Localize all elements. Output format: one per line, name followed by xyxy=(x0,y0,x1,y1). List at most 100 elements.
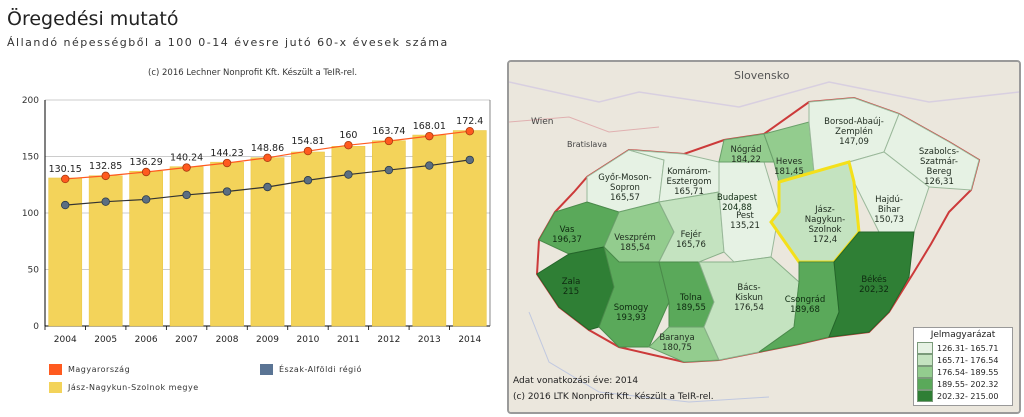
x-tick-label-2008: 2008 xyxy=(216,335,239,345)
y-tick-label: 0 xyxy=(33,322,39,332)
county-value-bacs: 176,54 xyxy=(734,303,764,313)
hu-data-label-2009: 148.86 xyxy=(251,143,284,154)
county-name-jasz: Szolnok xyxy=(809,225,842,235)
hu-point-2004 xyxy=(61,174,70,184)
x-tick-label-2013: 2013 xyxy=(418,335,441,345)
map-legend-row: 176.54- 189.55 xyxy=(917,366,1009,378)
county-name-nograd: Nógrád xyxy=(730,144,761,155)
county-name-jasz: Nagykun- xyxy=(805,215,846,225)
hu-data-label-2007: 140.24 xyxy=(170,153,203,164)
legend-swatch-regio xyxy=(260,364,273,375)
legend-swatch-magyarorszag xyxy=(49,364,62,375)
x-tick-label-2014: 2014 xyxy=(458,335,481,345)
hu-point-2013 xyxy=(425,131,434,141)
city-label-bratislava: Bratislava xyxy=(567,140,607,149)
hu-data-label-2012: 163.74 xyxy=(372,126,405,137)
county-name-borsod: Zemplén xyxy=(835,126,873,137)
county-value-veszprem: 185,54 xyxy=(620,243,650,253)
bar-2004 xyxy=(48,177,83,327)
county-name-komarom: Komárom- xyxy=(667,167,711,177)
county-name-szabolcs: Bereg xyxy=(927,167,952,177)
hu-data-label-2014: 172.4 xyxy=(456,116,483,127)
map-legend-swatch xyxy=(917,342,933,354)
y-tick-label: 50 xyxy=(28,266,40,276)
county-name-budapest: Budapest xyxy=(717,193,758,203)
county-name-jasz: Jász- xyxy=(814,205,835,215)
regio-point-2006 xyxy=(141,195,151,204)
x-tick-label-2011: 2011 xyxy=(337,335,360,345)
regio-point-2005 xyxy=(101,197,110,206)
hu-point-2011 xyxy=(344,141,353,150)
map-reference-year: Adat vonatkozási éve: 2014 xyxy=(513,376,639,386)
city-label-wien: Wien xyxy=(531,117,553,127)
county-name-pest: Pest xyxy=(736,211,754,221)
country-label-slovensko: Slovensko xyxy=(734,69,790,82)
legend-item-magyarorszag[interactable]: Magyarország xyxy=(49,364,130,375)
map-legend-row: 126.31- 165.71 xyxy=(917,342,1009,354)
map-credit: (c) 2016 LTK Nonprofit Kft. Készült a Te… xyxy=(513,392,714,402)
regio-point-2014 xyxy=(465,155,474,165)
map-legend-rows: 126.31- 165.71 165.71- 176.54 176.54- 189.… xyxy=(917,342,1009,402)
county-name-gyor: Győr-Moson- xyxy=(598,173,651,183)
map-legend-swatch xyxy=(917,366,933,378)
regio-point-2004 xyxy=(61,200,70,210)
legend-label-megye: Jász-Nagykun-Szolnok megye xyxy=(68,383,199,392)
county-value-zala: 215 xyxy=(563,287,579,297)
map-legend-swatch xyxy=(917,354,933,366)
county-value-pest: 135,21 xyxy=(730,221,760,231)
regio-point-2009 xyxy=(263,182,272,192)
county-value-vas: 196,37 xyxy=(552,235,582,245)
hu-data-label-2004: 130.15 xyxy=(49,164,82,175)
hu-point-2007 xyxy=(182,163,191,172)
county-name-fejer: Fejér xyxy=(681,229,702,240)
legend-swatch-megye xyxy=(49,382,62,393)
x-tick-label-2009: 2009 xyxy=(256,335,279,345)
legend-item-regio[interactable]: Észak-Alföldi régió xyxy=(260,364,362,375)
county-name-csongrad: Csongrád xyxy=(785,295,825,305)
map-legend-title: Jelmagyarázat xyxy=(930,330,996,340)
hu-point-2012 xyxy=(384,136,394,146)
hu-point-2008 xyxy=(222,158,232,168)
county-name-szabolcs: Szatmár- xyxy=(920,157,958,167)
map-panel[interactable]: Slovensko Wien Bratislava Győr-Moson- So… xyxy=(507,60,1021,414)
bar-2006 xyxy=(129,170,163,327)
chart-credit: (c) 2016 Lechner Nonprofit Kft. Készült … xyxy=(148,68,358,78)
county-value-borsod: 147,09 xyxy=(839,137,869,147)
hu-data-label-2011: 160 xyxy=(339,130,357,141)
legend-label-magyarorszag: Magyarország xyxy=(68,365,131,374)
map-legend-label: 189.55- 202.32 xyxy=(937,379,999,389)
regio-point-2007 xyxy=(182,190,191,200)
x-tick-label-2006: 2006 xyxy=(135,335,158,345)
map-legend-label: 202.32- 215.00 xyxy=(937,391,999,401)
county-value-heves: 181,45 xyxy=(774,167,804,177)
x-tick-label-2005: 2005 xyxy=(94,335,117,345)
y-tick-label: 200 xyxy=(22,96,39,106)
x-tick-label-2012: 2012 xyxy=(377,335,400,345)
hu-point-2006 xyxy=(141,167,151,177)
hu-point-2005 xyxy=(101,171,110,181)
county-name-borsod: Borsod-Abaúj- xyxy=(824,117,884,127)
county-name-bekes: Békés xyxy=(861,274,887,285)
legend-label-regio: Észak-Alföldi régió xyxy=(279,365,362,374)
regio-point-2010 xyxy=(303,176,313,185)
county-value-somogy: 193,93 xyxy=(616,313,646,323)
county-value-tolna: 189,55 xyxy=(676,303,706,313)
hu-data-label-2013: 168.01 xyxy=(413,121,446,132)
county-value-bekes: 202,32 xyxy=(859,285,889,295)
county-name-somogy: Somogy xyxy=(614,303,649,313)
hu-point-2010 xyxy=(303,146,313,156)
county-name-hajdu: Bihar xyxy=(878,205,901,215)
hu-data-label-2006: 136.29 xyxy=(130,157,163,168)
county-value-csongrad: 189,68 xyxy=(790,305,820,315)
county-value-komarom: 165,71 xyxy=(674,187,704,197)
county-name-tolna: Tolna xyxy=(679,293,702,303)
county-name-veszprem: Veszprém xyxy=(614,232,656,243)
regio-point-2012 xyxy=(384,165,394,175)
hu-data-label-2005: 132.85 xyxy=(89,161,122,172)
legend-item-megye[interactable]: Jász-Nagykun-Szolnok megye xyxy=(49,382,199,393)
x-tick-label-2010: 2010 xyxy=(297,335,320,345)
county-name-gyor: Sopron xyxy=(610,183,640,193)
bar-2007 xyxy=(169,166,204,327)
county-name-baranya: Baranya xyxy=(659,333,694,343)
page-subtitle: Állandó népességből a 100 0-14 évesre ju… xyxy=(7,36,449,49)
